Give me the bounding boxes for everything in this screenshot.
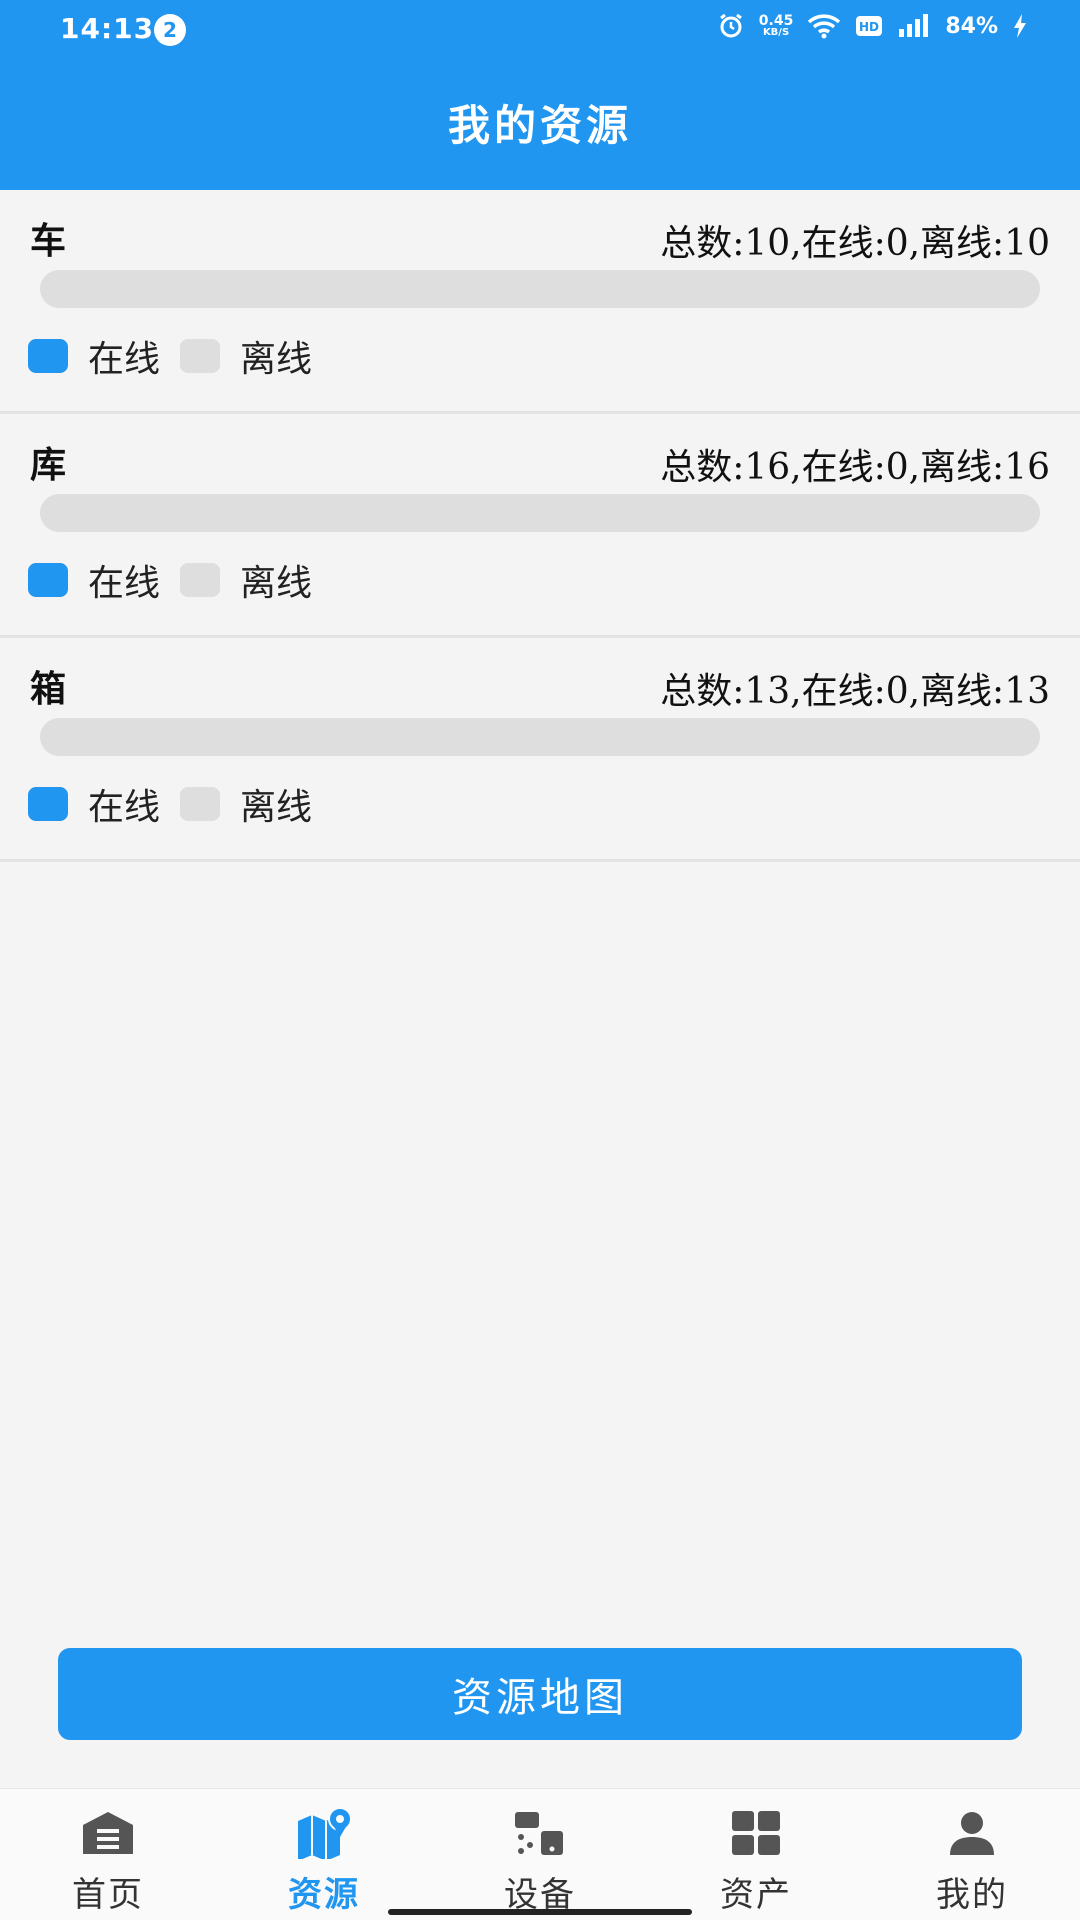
resource-summary: 总数:16,在线:0,离线:16 — [660, 447, 1050, 488]
legend: 在线 离线 — [28, 778, 312, 830]
map-pin-icon — [294, 1807, 354, 1859]
net-speed: 0.45 KB/S — [759, 14, 794, 38]
nav-label: 首页 — [72, 1875, 144, 1915]
legend: 在线 离线 — [28, 554, 312, 606]
online-swatch — [28, 339, 68, 373]
wifi-icon — [807, 13, 841, 39]
resource-name: 库 — [30, 444, 67, 486]
legend-online-label: 在线 — [88, 563, 161, 604]
svg-text:HD: HD — [859, 20, 879, 34]
nav-item-mine[interactable]: 我的 — [864, 1789, 1080, 1920]
resource-map-button[interactable]: 资源地图 — [58, 1648, 1022, 1740]
nav-label: 资源 — [288, 1875, 360, 1915]
resource-name: 车 — [30, 220, 67, 262]
legend-online-label: 在线 — [88, 339, 161, 380]
offline-swatch — [180, 339, 221, 373]
bottom-nav: 首页 资源 设备 资产 我的 — [0, 1788, 1080, 1920]
resource-summary: 总数:13,在线:0,离线:13 — [660, 671, 1050, 712]
home-icon — [78, 1807, 138, 1859]
offline-swatch — [180, 563, 221, 597]
alarm-icon — [717, 12, 745, 40]
person-icon — [942, 1807, 1002, 1859]
status-bar: 14:13 2 0.45 KB/S HD 84% — [0, 0, 1080, 58]
devices-icon — [510, 1807, 570, 1859]
nav-item-assets[interactable]: 资产 — [648, 1789, 864, 1920]
resource-card-warehouse[interactable]: 库 总数:16,在线:0,离线:16 在线 离线 — [0, 414, 1080, 638]
resource-name: 箱 — [30, 668, 67, 710]
nav-label: 我的 — [936, 1875, 1008, 1915]
legend-offline-label: 离线 — [240, 563, 313, 604]
online-progress-bar — [40, 494, 1040, 532]
net-speed-unit: KB/S — [762, 27, 790, 38]
nav-item-home[interactable]: 首页 — [0, 1789, 216, 1920]
online-progress-bar — [40, 270, 1040, 308]
legend-offline-label: 离线 — [240, 339, 313, 380]
net-speed-value: 0.45 — [758, 13, 794, 29]
online-swatch — [28, 563, 68, 597]
legend-offline-label: 离线 — [240, 787, 313, 828]
app-bar: 14:13 2 0.45 KB/S HD 84% 我的资源 — [0, 0, 1080, 190]
page-title: 我的资源 — [447, 101, 632, 150]
online-progress-bar — [40, 718, 1040, 756]
nav-item-resources[interactable]: 资源 — [216, 1789, 432, 1920]
battery-level: 84% — [945, 13, 998, 39]
offline-swatch — [180, 787, 221, 821]
hd-icon: HD — [855, 15, 883, 37]
resource-summary: 总数:10,在线:0,离线:10 — [660, 223, 1050, 264]
resource-card-vehicle[interactable]: 车 总数:10,在线:0,离线:10 在线 离线 — [0, 190, 1080, 414]
grid-icon — [726, 1807, 786, 1859]
signal-icon — [897, 13, 931, 39]
nav-label: 资产 — [720, 1875, 792, 1915]
resource-card-box[interactable]: 箱 总数:13,在线:0,离线:13 在线 离线 — [0, 638, 1080, 862]
charging-icon — [1012, 13, 1028, 39]
nav-item-devices[interactable]: 设备 — [432, 1789, 648, 1920]
status-icons: 0.45 KB/S HD 84% — [717, 12, 1028, 40]
status-time: 14:13 — [60, 12, 155, 45]
notification-badge: 2 — [154, 14, 186, 46]
online-swatch — [28, 787, 68, 821]
resource-list: 车 总数:10,在线:0,离线:10 在线 离线 库 总数:16,在线:0,离线… — [0, 190, 1080, 862]
home-indicator — [388, 1909, 692, 1915]
legend: 在线 离线 — [28, 330, 312, 382]
legend-online-label: 在线 — [88, 787, 161, 828]
